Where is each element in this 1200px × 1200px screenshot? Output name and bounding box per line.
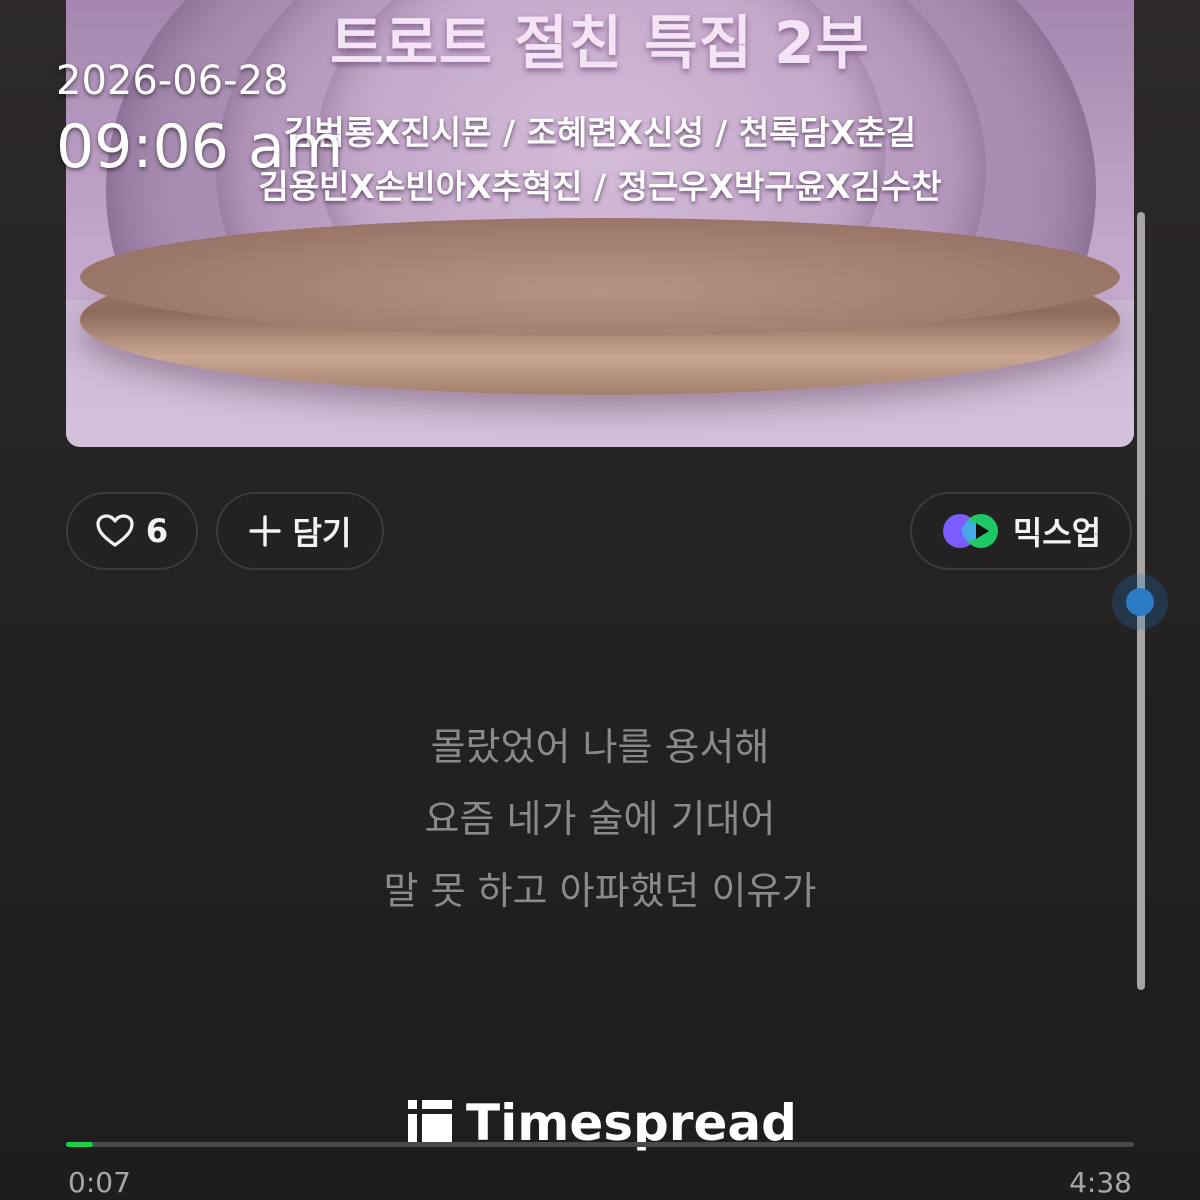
timestamp-time: 09:06 am	[56, 112, 344, 182]
playback-progress-bar[interactable]	[66, 1142, 1134, 1147]
album-art-pedestal-top	[80, 218, 1120, 336]
playback-progress-fill	[66, 1142, 93, 1147]
plus-icon	[248, 515, 281, 547]
like-button[interactable]: 6	[66, 492, 198, 570]
total-time: 4:38	[1069, 1166, 1132, 1199]
lyric-line: 말 못 하고 아파했던 이유가	[383, 869, 817, 913]
scroll-thumb[interactable]	[1126, 588, 1154, 616]
add-label: 담기	[292, 514, 352, 552]
lyric-line: 요즘 네가 술에 기대어	[424, 797, 776, 841]
like-count: 6	[145, 512, 169, 550]
heart-outline-icon	[96, 514, 134, 548]
mixup-label: 믹스업	[1012, 514, 1102, 552]
lyrics-panel[interactable]: 몰랐었어 나를 용서해 요즘 네가 술에 기대어 말 못 하고 아파했던 이유가	[0, 712, 1200, 928]
timespread-logo-icon	[408, 1100, 452, 1146]
mixup-play-icon	[941, 512, 1001, 550]
current-time: 0:07	[68, 1166, 131, 1199]
lyric-line: 몰랐었어 나를 용서해	[430, 725, 770, 769]
timestamp-date: 2026-06-28	[56, 58, 289, 104]
mixup-button[interactable]: 믹스업	[910, 492, 1132, 570]
add-to-playlist-button[interactable]: 담기	[216, 492, 384, 570]
